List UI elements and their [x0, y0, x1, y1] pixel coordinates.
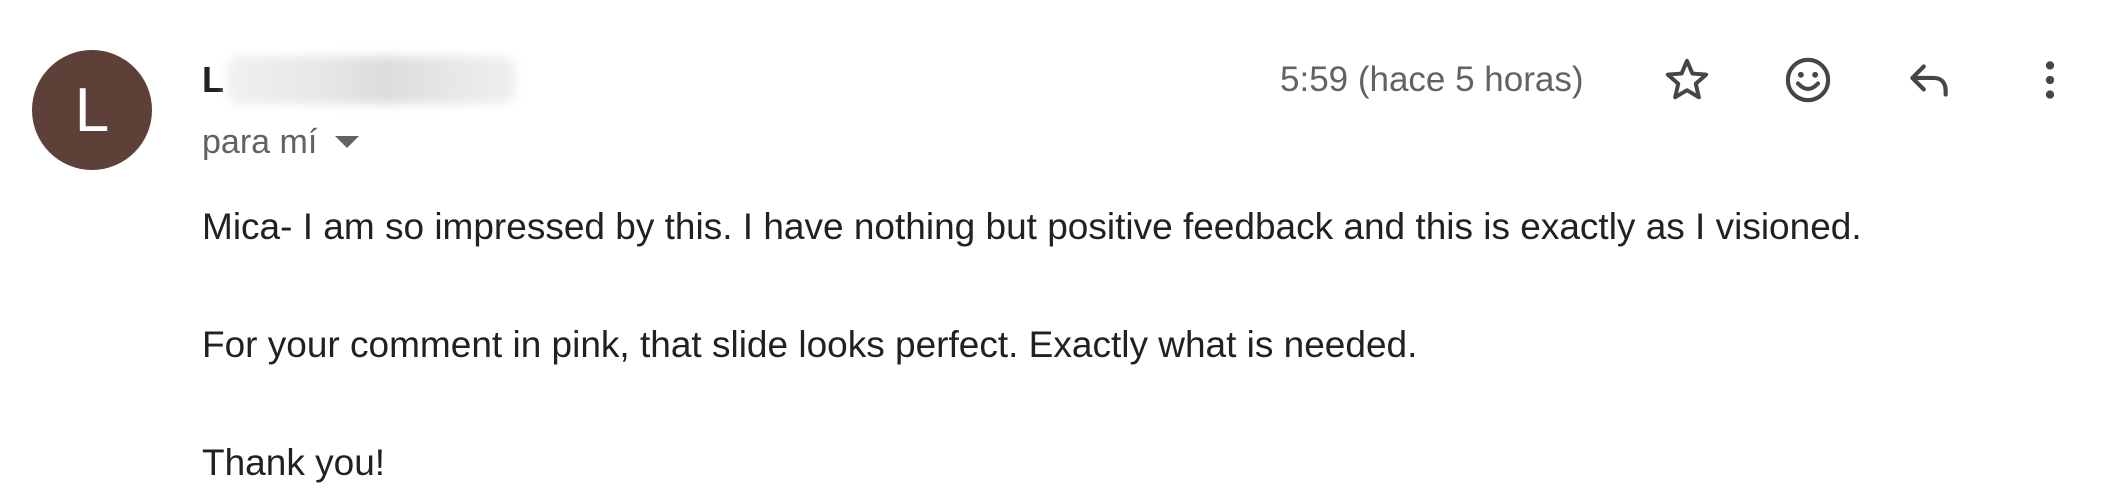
more-options-button[interactable] — [2018, 48, 2082, 112]
message-timestamp: 5:59 (hace 5 horas) — [1280, 56, 1584, 104]
reply-icon — [1910, 64, 1948, 97]
star-icon — [1665, 58, 1709, 100]
caret-down-icon — [335, 136, 360, 148]
message-body: Mica- I am so impressed by this. I have … — [202, 200, 2082, 490]
reply-button[interactable] — [1897, 48, 1961, 112]
message-paragraph: For your comment in pink, that slide loo… — [202, 324, 1418, 365]
star-button[interactable] — [1655, 48, 1719, 112]
more-vert-icon — [2045, 61, 2055, 99]
sender-name-initial: L — [202, 59, 224, 100]
avatar-letter: L — [74, 75, 110, 145]
message-paragraph: Mica- I am so impressed by this. I have … — [202, 206, 1862, 247]
timestamp-text: 5:59 (hace 5 horas) — [1280, 60, 1584, 99]
message-paragraph: Thank you! — [202, 442, 386, 483]
recipient-details-toggle[interactable]: para mí — [202, 118, 360, 166]
sender-avatar[interactable]: L — [32, 50, 152, 170]
add-reaction-button[interactable] — [1776, 48, 1840, 112]
emoji-icon — [1785, 57, 1831, 103]
recipient-label: para mí — [202, 122, 318, 161]
sender-name-redacted — [226, 56, 516, 104]
sender-name[interactable]: L — [202, 56, 516, 104]
